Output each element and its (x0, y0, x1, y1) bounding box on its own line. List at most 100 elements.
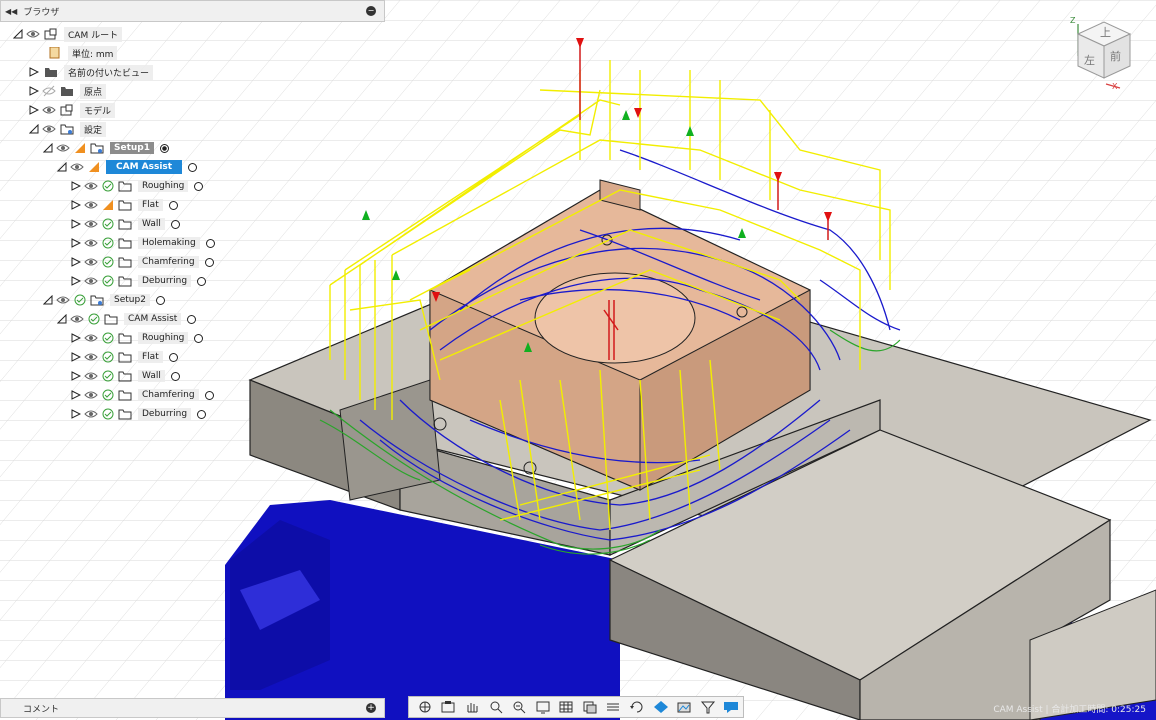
eye-icon[interactable] (84, 389, 98, 401)
eye-icon[interactable] (56, 294, 70, 306)
material-icon[interactable] (649, 698, 673, 716)
collapsed-triangle-icon[interactable] (70, 350, 82, 364)
eye-icon[interactable] (84, 199, 98, 211)
radio[interactable] (194, 333, 204, 343)
tree-node-origin[interactable]: 原点 (28, 83, 107, 99)
filter-icon[interactable] (696, 698, 720, 716)
zoom-icon[interactable] (507, 698, 531, 716)
viewcube-top-label[interactable]: 上 (1100, 24, 1111, 40)
radio[interactable] (197, 276, 207, 286)
environment-icon[interactable] (672, 698, 696, 716)
display-mode-icon[interactable] (531, 698, 555, 716)
radio[interactable] (197, 409, 207, 419)
radio[interactable] (168, 200, 178, 210)
tree-node-op[interactable]: Flat (70, 349, 178, 365)
collapsed-triangle-icon[interactable] (70, 369, 82, 383)
eye-icon[interactable] (84, 275, 98, 287)
tree-node-model[interactable]: モデル (28, 102, 116, 118)
tree-node-cam-assist-1[interactable]: CAM Assist (56, 159, 198, 175)
viewcube-front-label[interactable]: 前 (1110, 48, 1121, 64)
view-cube[interactable]: 上 前 左 Z X (1064, 16, 1140, 96)
folder-icon (44, 66, 58, 78)
collapsed-triangle-icon[interactable] (70, 274, 82, 288)
radio[interactable] (205, 238, 215, 248)
collapsed-triangle-icon[interactable] (28, 65, 40, 79)
collapsed-triangle-icon[interactable] (70, 388, 82, 402)
collapsed-triangle-icon[interactable] (70, 198, 82, 212)
radio[interactable] (170, 219, 180, 229)
tree-node-units[interactable]: 単位: mm (44, 45, 118, 61)
collapsed-triangle-icon[interactable] (70, 236, 82, 250)
tree-node-op[interactable]: Roughing (70, 178, 204, 194)
tree-node-op[interactable]: Deburring (70, 273, 207, 289)
orbit-icon[interactable] (413, 698, 437, 716)
grid-icon[interactable] (554, 698, 578, 716)
double-left-arrow-icon[interactable]: ◀◀ (5, 7, 17, 16)
expanded-triangle-icon[interactable] (56, 160, 68, 174)
eye-icon[interactable] (84, 256, 98, 268)
radio[interactable] (187, 314, 197, 324)
radio[interactable] (194, 181, 204, 191)
eye-icon[interactable] (84, 332, 98, 344)
eye-icon[interactable] (84, 351, 98, 363)
viewcube-left-label[interactable]: 左 (1084, 52, 1095, 68)
expanded-triangle-icon[interactable] (56, 312, 68, 326)
tree-node-op[interactable]: Wall (70, 368, 180, 384)
eye-icon[interactable] (84, 237, 98, 249)
expanded-triangle-icon[interactable] (42, 293, 54, 307)
tree-node-op[interactable]: Holemaking (70, 235, 215, 251)
eye-icon[interactable] (84, 408, 98, 420)
collapsed-triangle-icon[interactable] (28, 84, 40, 98)
eye-icon[interactable] (84, 370, 98, 382)
radio[interactable] (188, 162, 198, 172)
radio[interactable] (168, 352, 178, 362)
eye-icon[interactable] (42, 123, 56, 135)
tree-node-op[interactable]: Chamfering (70, 387, 214, 403)
radio[interactable] (155, 295, 165, 305)
comment-icon[interactable] (720, 698, 744, 716)
expanded-triangle-icon[interactable] (28, 122, 40, 136)
eye-icon[interactable] (70, 313, 84, 325)
eye-icon[interactable] (26, 28, 40, 40)
collapsed-triangle-icon[interactable] (70, 179, 82, 193)
eye-icon[interactable] (56, 142, 70, 154)
browser-header[interactable]: ◀◀ ブラウザ − (0, 0, 385, 22)
collapsed-triangle-icon[interactable] (70, 255, 82, 269)
tree-node-op[interactable]: Wall (70, 216, 180, 232)
eye-hidden-icon[interactable] (42, 85, 56, 97)
camera-view-icon[interactable] (437, 698, 461, 716)
pan-icon[interactable] (460, 698, 484, 716)
eye-icon[interactable] (84, 180, 98, 192)
active-radio[interactable] (160, 143, 169, 153)
radio[interactable] (204, 390, 214, 400)
navigation-toolbar[interactable] (408, 696, 744, 718)
tree-node-cam-root[interactable]: CAM ルート (12, 26, 123, 42)
expanded-triangle-icon[interactable] (42, 141, 54, 155)
radio[interactable] (204, 257, 214, 267)
view-fit-icon[interactable] (602, 698, 626, 716)
tree-node-cam-assist-2[interactable]: CAM Assist (56, 311, 197, 327)
comment-bar[interactable]: コメント + (0, 698, 385, 718)
tree-node-setup2[interactable]: Setup2 (42, 292, 165, 308)
tree-node-op[interactable]: Flat (70, 197, 178, 213)
collapsed-triangle-icon[interactable] (70, 217, 82, 231)
tree-node-op[interactable]: Deburring (70, 406, 207, 422)
minus-circle-icon[interactable]: − (366, 6, 376, 16)
eye-icon[interactable] (70, 161, 84, 173)
tree-node-op[interactable]: Chamfering (70, 254, 214, 270)
plus-circle-icon[interactable]: + (366, 703, 376, 713)
tree-node-op[interactable]: Roughing (70, 330, 204, 346)
eye-icon[interactable] (84, 218, 98, 230)
tree-node-setup1[interactable]: Setup1 (42, 140, 169, 156)
rotate-icon[interactable] (625, 698, 649, 716)
collapsed-triangle-icon[interactable] (70, 331, 82, 345)
eye-icon[interactable] (42, 104, 56, 116)
tree-node-setups[interactable]: 設定 (28, 121, 107, 137)
collapsed-triangle-icon[interactable] (70, 407, 82, 421)
zoom-window-icon[interactable] (484, 698, 508, 716)
expanded-triangle-icon[interactable] (12, 27, 24, 41)
tree-node-named-views[interactable]: 名前の付いたビュー (28, 64, 154, 80)
collapsed-triangle-icon[interactable] (28, 103, 40, 117)
radio[interactable] (170, 371, 180, 381)
section-icon[interactable] (578, 698, 602, 716)
